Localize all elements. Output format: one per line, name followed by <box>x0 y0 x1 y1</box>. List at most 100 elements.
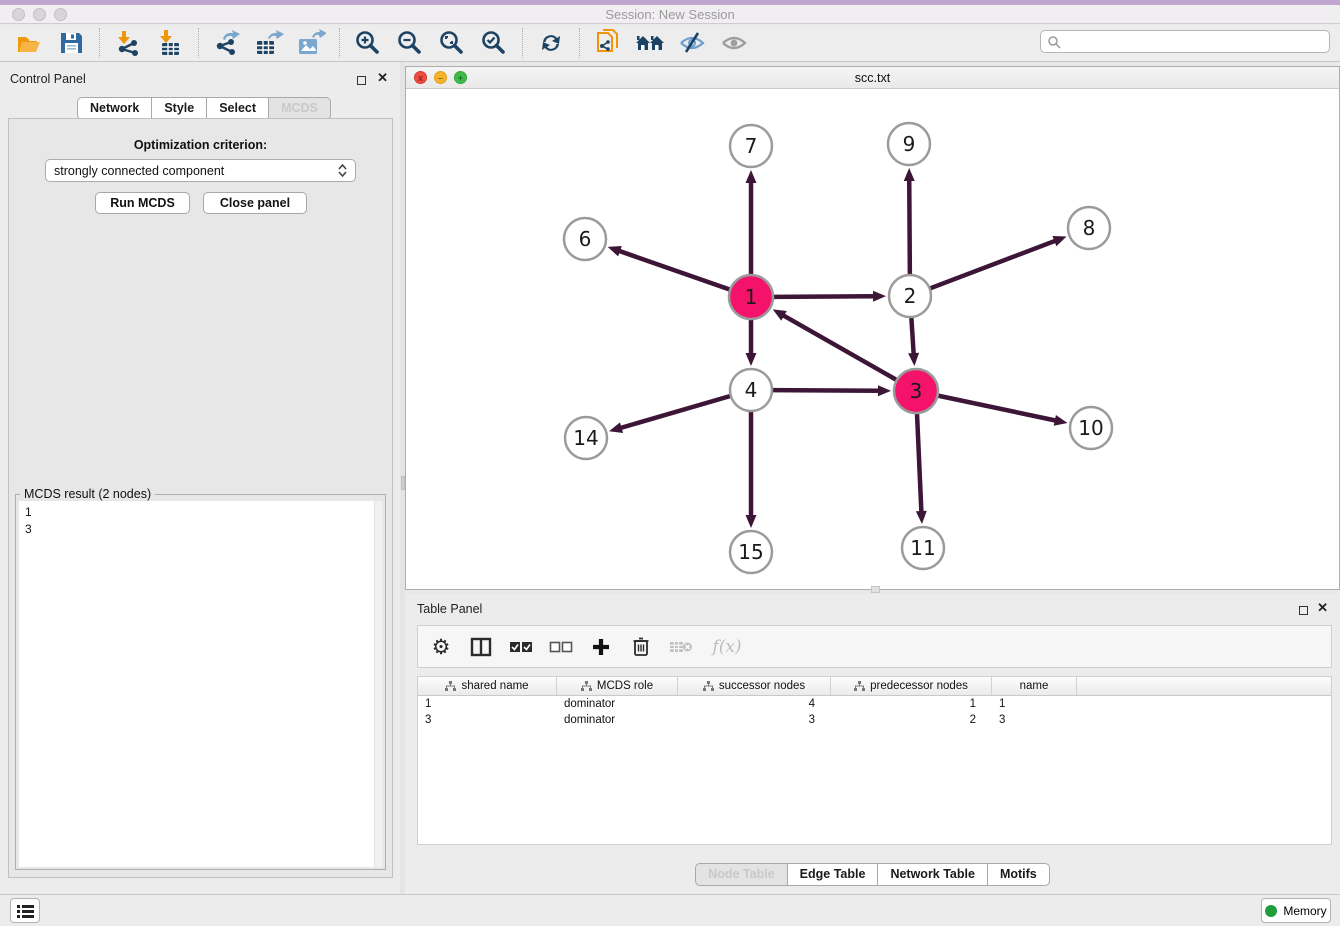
table-panel-tabbar: Node Table Edge Table Network Table Moti… <box>405 863 1340 886</box>
graph-node-label: 8 <box>1083 216 1096 240</box>
memory-status-dot <box>1265 905 1277 917</box>
export-image-icon[interactable] <box>294 27 328 59</box>
column-header-successor-nodes[interactable]: successor nodes <box>678 677 831 695</box>
zoom-selected-icon[interactable] <box>477 27 511 59</box>
graph-edge[interactable] <box>911 318 913 355</box>
export-network-icon[interactable] <box>210 27 244 59</box>
mcds-result-title: MCDS result (2 nodes) <box>20 487 155 501</box>
control-panel: Control Panel ✕ Network Style Select MCD… <box>0 62 400 894</box>
cell-predecessor-nodes: 2 <box>831 714 992 726</box>
task-history-button[interactable] <box>10 898 40 923</box>
graph-edge[interactable] <box>620 396 730 428</box>
tab-network-table[interactable]: Network Table <box>878 863 988 886</box>
graph-edge[interactable] <box>939 396 1057 421</box>
graph-node-label: 7 <box>745 134 758 158</box>
import-table-icon[interactable] <box>153 27 187 59</box>
graph-edge[interactable] <box>917 414 921 513</box>
tab-select[interactable]: Select <box>207 97 269 120</box>
tab-node-table[interactable]: Node Table <box>695 863 787 886</box>
graph-edge-arrowhead <box>916 511 927 524</box>
window-top-accent <box>0 0 1340 5</box>
tab-network[interactable]: Network <box>77 97 152 120</box>
network-window-title: scc.txt <box>406 71 1339 85</box>
add-column-icon[interactable] <box>588 634 614 660</box>
toolbar-separator <box>522 28 523 58</box>
search-icon <box>1047 35 1061 49</box>
clone-network-icon[interactable] <box>591 27 625 59</box>
graph-edge[interactable] <box>931 240 1057 288</box>
import-network-icon[interactable] <box>111 27 145 59</box>
show-all-icon[interactable] <box>717 27 751 59</box>
column-header-name[interactable]: name <box>992 677 1077 695</box>
column-header-mcds-role[interactable]: MCDS role <box>557 677 678 695</box>
graph-edge[interactable] <box>782 315 896 380</box>
control-panel-tabbar: Network Style Select MCDS <box>77 97 331 120</box>
window-titlebar: Session: New Session <box>0 0 1340 24</box>
tab-style[interactable]: Style <box>152 97 207 120</box>
table-row[interactable]: 3 dominator 3 2 3 <box>418 712 1331 728</box>
tab-motifs[interactable]: Motifs <box>988 863 1050 886</box>
unselect-all-checkboxes-icon[interactable] <box>548 634 574 660</box>
horizontal-splitter-grip[interactable] <box>871 586 880 593</box>
graph-edge[interactable] <box>618 251 729 290</box>
cell-predecessor-nodes: 1 <box>831 698 992 710</box>
mcds-result-list[interactable]: 1 3 <box>19 501 382 867</box>
network-canvas-svg[interactable]: 7968124314101511 <box>406 89 1339 589</box>
save-icon[interactable] <box>54 27 88 59</box>
attribute-icon <box>445 681 456 691</box>
control-panel-float-icon[interactable] <box>357 72 366 90</box>
tab-mcds[interactable]: MCDS <box>269 97 331 120</box>
search-field[interactable] <box>1040 30 1330 53</box>
result-scrollbar[interactable] <box>374 501 382 867</box>
column-header-shared-name[interactable]: shared name <box>418 677 557 695</box>
table-panel-close-icon[interactable]: ✕ <box>1317 603 1328 612</box>
graph-node-label: 6 <box>579 227 592 251</box>
show-columns-icon[interactable] <box>468 634 494 660</box>
toolbar-separator <box>198 28 199 58</box>
tab-edge-table[interactable]: Edge Table <box>788 863 879 886</box>
run-mcds-button[interactable]: Run MCDS <box>95 192 190 214</box>
table-row[interactable]: 1 dominator 4 1 1 <box>418 696 1331 712</box>
graph-edge[interactable] <box>909 179 910 274</box>
function-builder-icon: f(x) <box>708 634 746 660</box>
first-neighbors-icon[interactable] <box>633 27 667 59</box>
search-input[interactable] <box>1061 31 1329 52</box>
delete-columns-icon[interactable] <box>628 634 654 660</box>
open-folder-icon[interactable] <box>12 27 46 59</box>
graph-edge-arrowhead <box>873 291 886 302</box>
status-bar: Memory <box>0 894 1340 926</box>
graph-edge-arrowhead <box>746 353 757 366</box>
graph-edge-arrowhead <box>608 246 622 256</box>
close-panel-button[interactable]: Close panel <box>203 192 307 214</box>
zoom-out-icon[interactable] <box>393 27 427 59</box>
table-options-gear-icon[interactable]: ⚙ <box>428 634 454 660</box>
delete-table-icon <box>668 634 694 660</box>
hide-selected-icon[interactable] <box>675 27 709 59</box>
optimization-criterion-select[interactable]: strongly connected component <box>45 159 356 182</box>
toolbar-separator <box>99 28 100 58</box>
memory-label: Memory <box>1283 904 1326 918</box>
graph-node-label: 14 <box>573 426 598 450</box>
table-panel-float-icon[interactable] <box>1299 602 1308 620</box>
control-panel-close-icon[interactable]: ✕ <box>377 73 388 82</box>
dropdown-selected-value: strongly connected component <box>54 164 224 178</box>
mcds-result-value: 1 <box>25 504 382 521</box>
graph-node-label: 1 <box>745 285 758 309</box>
select-all-checkboxes-icon[interactable] <box>508 634 534 660</box>
graph-edge-arrowhead <box>908 353 919 366</box>
cell-successor-nodes: 4 <box>678 698 831 710</box>
memory-button[interactable]: Memory <box>1261 898 1331 923</box>
zoom-in-icon[interactable] <box>351 27 385 59</box>
graph-edge-arrowhead <box>1052 236 1066 246</box>
export-table-icon[interactable] <box>252 27 286 59</box>
cell-name: 3 <box>992 714 1077 726</box>
attribute-icon <box>703 681 714 691</box>
cell-shared-name: 1 <box>418 698 557 710</box>
cell-successor-nodes: 3 <box>678 714 831 726</box>
refresh-layout-icon[interactable] <box>534 27 568 59</box>
column-header-predecessor-nodes[interactable]: predecessor nodes <box>831 677 992 695</box>
graph-edge[interactable] <box>773 390 880 391</box>
list-icon <box>17 904 34 918</box>
graph-edge[interactable] <box>774 296 875 297</box>
zoom-fit-icon[interactable] <box>435 27 469 59</box>
